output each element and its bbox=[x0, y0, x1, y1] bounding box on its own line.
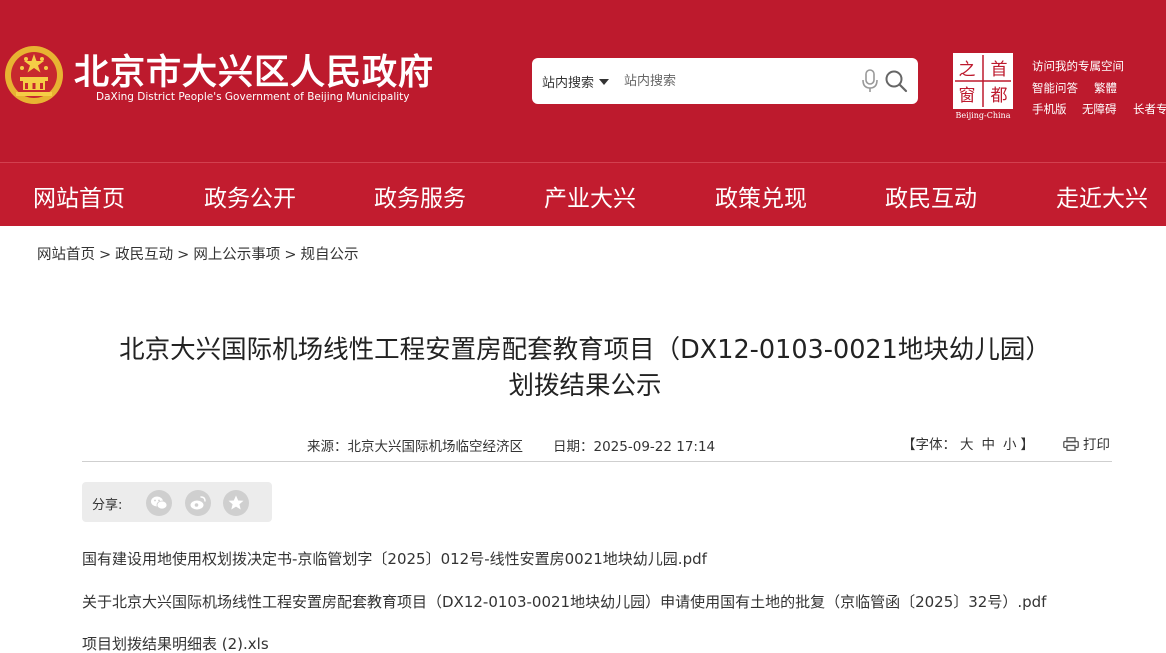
nav-item-policy[interactable]: 政策兑现 bbox=[715, 179, 807, 213]
search-icon[interactable] bbox=[884, 69, 908, 93]
article-date: 日期：2025-09-22 17:14 bbox=[553, 439, 716, 455]
attachment-link[interactable]: 项目划拨结果明细表 (2).xls bbox=[82, 633, 269, 653]
accessibility-link[interactable]: 无障碍 bbox=[1082, 101, 1117, 117]
capital-window-logo[interactable]: 之 首 窗 都 bbox=[951, 51, 1015, 111]
attachment-link[interactable]: 国有建设用地使用权划拨决定书-京临管划字〔2025〕012号-线性安置房0021… bbox=[82, 548, 707, 569]
nav-item-interaction[interactable]: 政民互动 bbox=[885, 179, 977, 213]
article-source: 来源：北京大兴国际机场临空经济区 bbox=[307, 439, 523, 455]
weibo-icon[interactable] bbox=[185, 490, 211, 516]
article-title-line: 北京大兴国际机场线性工程安置房配套教育项目（DX12-0103-0021地块幼儿… bbox=[119, 335, 1051, 365]
special-space-link[interactable]: 访问我的专属空间 bbox=[1032, 58, 1124, 74]
site-subtitle: DaXing District People's Government of B… bbox=[96, 91, 410, 103]
breadcrumb: 网站首页 > 政民互动 > 网上公示事项 > 规自公示 bbox=[37, 243, 358, 264]
smart-qa-link[interactable]: 智能问答 bbox=[1032, 80, 1078, 96]
article-title: 北京大兴国际机场线性工程安置房配套教育项目（DX12-0103-0021地块幼儿… bbox=[70, 332, 1100, 404]
main-nav: 网站首页 政务公开 政务服务 产业大兴 政策兑现 政民互动 走近大兴 bbox=[0, 162, 1166, 226]
favorite-icon[interactable] bbox=[223, 490, 249, 516]
breadcrumb-separator: > bbox=[284, 247, 297, 263]
capital-logo-char: 窗 bbox=[959, 86, 976, 106]
capital-logo-char: 之 bbox=[959, 60, 976, 80]
font-size-small[interactable]: 小 bbox=[1003, 437, 1017, 453]
nav-item-home[interactable]: 网站首页 bbox=[33, 179, 125, 213]
font-size-large[interactable]: 大 bbox=[960, 437, 974, 453]
capital-logo-char: 都 bbox=[991, 86, 1008, 106]
font-size-medium[interactable]: 中 bbox=[982, 437, 996, 453]
meta-divider bbox=[82, 461, 1112, 462]
search-input[interactable] bbox=[624, 69, 874, 93]
font-size-label: 【字体： bbox=[902, 437, 956, 453]
wechat-icon[interactable] bbox=[146, 490, 172, 516]
elderly-mode-link[interactable]: 长者专 bbox=[1133, 101, 1166, 117]
search-scope-dropdown[interactable]: 站内搜索 bbox=[542, 72, 610, 91]
traditional-chinese-link[interactable]: 繁體 bbox=[1094, 80, 1117, 96]
nav-item-about-daxing[interactable]: 走近大兴 bbox=[1056, 179, 1148, 213]
microphone-icon[interactable] bbox=[861, 69, 879, 93]
breadcrumb-item-planning-notices[interactable]: 规自公示 bbox=[300, 247, 358, 263]
share-label: 分享: bbox=[92, 498, 123, 513]
nav-item-industry[interactable]: 产业大兴 bbox=[544, 179, 636, 213]
share-bar: 分享: bbox=[82, 482, 272, 522]
breadcrumb-separator: > bbox=[177, 247, 190, 263]
mobile-version-link[interactable]: 手机版 bbox=[1032, 101, 1067, 117]
print-label: 打印 bbox=[1083, 437, 1110, 453]
breadcrumb-separator: > bbox=[99, 247, 112, 263]
site-header: 北京市大兴区人民政府 DaXing District People's Gove… bbox=[0, 0, 1166, 162]
font-size-label-close: 】 bbox=[1020, 437, 1035, 453]
printer-icon bbox=[1063, 437, 1079, 451]
font-size-control: 【字体：大中小】 bbox=[902, 433, 1034, 453]
capital-logo-caption: Beijing-China bbox=[955, 111, 1011, 120]
print-button[interactable]: 打印 bbox=[1063, 433, 1110, 453]
site-title[interactable]: 北京市大兴区人民政府 bbox=[74, 44, 434, 95]
caret-down-icon bbox=[599, 79, 610, 85]
national-emblem-icon bbox=[5, 46, 63, 104]
capital-logo-char: 首 bbox=[991, 60, 1008, 80]
breadcrumb-item-public-notices[interactable]: 网上公示事项 bbox=[193, 247, 280, 263]
nav-item-government-affairs[interactable]: 政务公开 bbox=[204, 179, 296, 213]
breadcrumb-item-interaction[interactable]: 政民互动 bbox=[115, 247, 173, 263]
attachment-link[interactable]: 关于北京大兴国际机场线性工程安置房配套教育项目（DX12-0103-0021地块… bbox=[82, 591, 1046, 612]
article-title-line: 划拨结果公示 bbox=[508, 371, 662, 401]
breadcrumb-item-home[interactable]: 网站首页 bbox=[37, 247, 95, 263]
nav-item-government-services[interactable]: 政务服务 bbox=[374, 179, 466, 213]
